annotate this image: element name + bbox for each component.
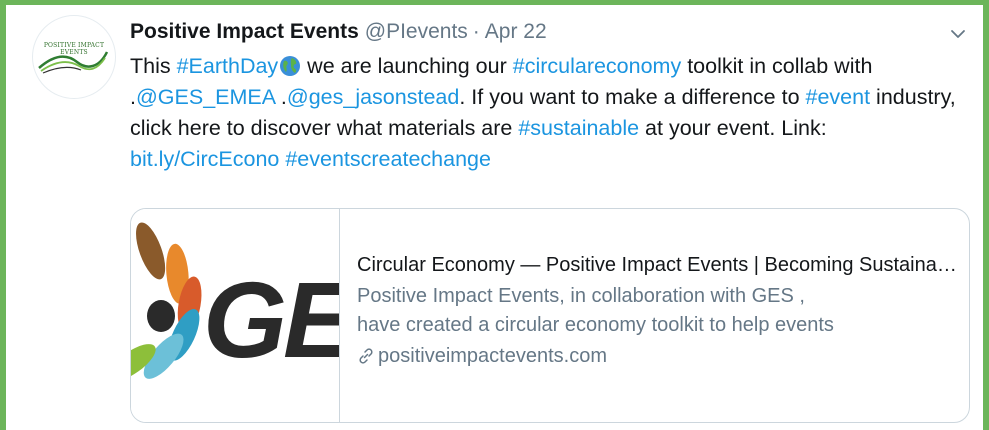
card-description-line: have created a circular economy toolkit … xyxy=(357,314,834,336)
chevron-down-icon xyxy=(951,30,965,38)
tweet-date[interactable]: Apr 22 xyxy=(485,20,547,43)
card-description-line: Positive Impact Events, in collaboration… xyxy=(357,285,805,307)
author-name[interactable]: Positive Impact Events xyxy=(130,20,359,43)
earth-globe-emoji-icon xyxy=(280,56,301,76)
avatar-logo-swirl xyxy=(38,51,109,74)
hashtag-sustainable[interactable]: #sustainable xyxy=(518,116,639,140)
link-preview-card[interactable]: GE Circular Economy — Positive Impact Ev… xyxy=(130,208,970,423)
link-icon xyxy=(359,348,373,364)
text-segment: at your event. Link: xyxy=(639,116,827,140)
card-domain-text: positiveimpactevents.com xyxy=(378,345,607,367)
hashtag-circulareconomy[interactable]: #circulareconomy xyxy=(513,54,681,78)
mention-ges-jasonstead[interactable]: @ges_jasonstead xyxy=(287,85,459,109)
hashtag-event[interactable]: #event xyxy=(806,85,871,109)
mention-ges-emea[interactable]: @GES_EMEA xyxy=(136,85,275,109)
separator-dot: · xyxy=(472,20,480,43)
author-handle[interactable]: @PIevents xyxy=(365,20,468,43)
tweet-header: Positive Impact Events @PIevents · Apr 22 xyxy=(130,19,547,45)
card-title: Circular Economy — Positive Impact Event… xyxy=(357,254,957,276)
card-content: Circular Economy — Positive Impact Event… xyxy=(357,251,957,371)
tweet[interactable]: POSITIVE IMPACT EVENTS Positive Impact E… xyxy=(6,5,983,430)
tweet-text: This #EarthDay we are launching our #cir… xyxy=(130,51,970,175)
text-segment: we are launching our xyxy=(301,54,513,78)
more-options-button[interactable] xyxy=(947,23,969,45)
card-thumbnail-logo-text: GE xyxy=(203,259,340,380)
hashtag-eventscreatechange[interactable]: #eventscreatechange xyxy=(285,147,491,171)
text-segment: . If you want to make a difference to xyxy=(459,85,806,109)
hashtag-earthday[interactable]: #EarthDay xyxy=(177,54,279,78)
avatar[interactable]: POSITIVE IMPACT EVENTS xyxy=(32,15,116,99)
card-domain: positiveimpactevents.com xyxy=(357,342,957,371)
text-segment: . xyxy=(274,85,287,109)
text-segment: This xyxy=(130,54,177,78)
card-thumbnail: GE xyxy=(131,209,340,422)
card-description: Positive Impact Events, in collaboration… xyxy=(357,282,957,340)
short-link[interactable]: bit.ly/CircEcono xyxy=(130,147,279,171)
